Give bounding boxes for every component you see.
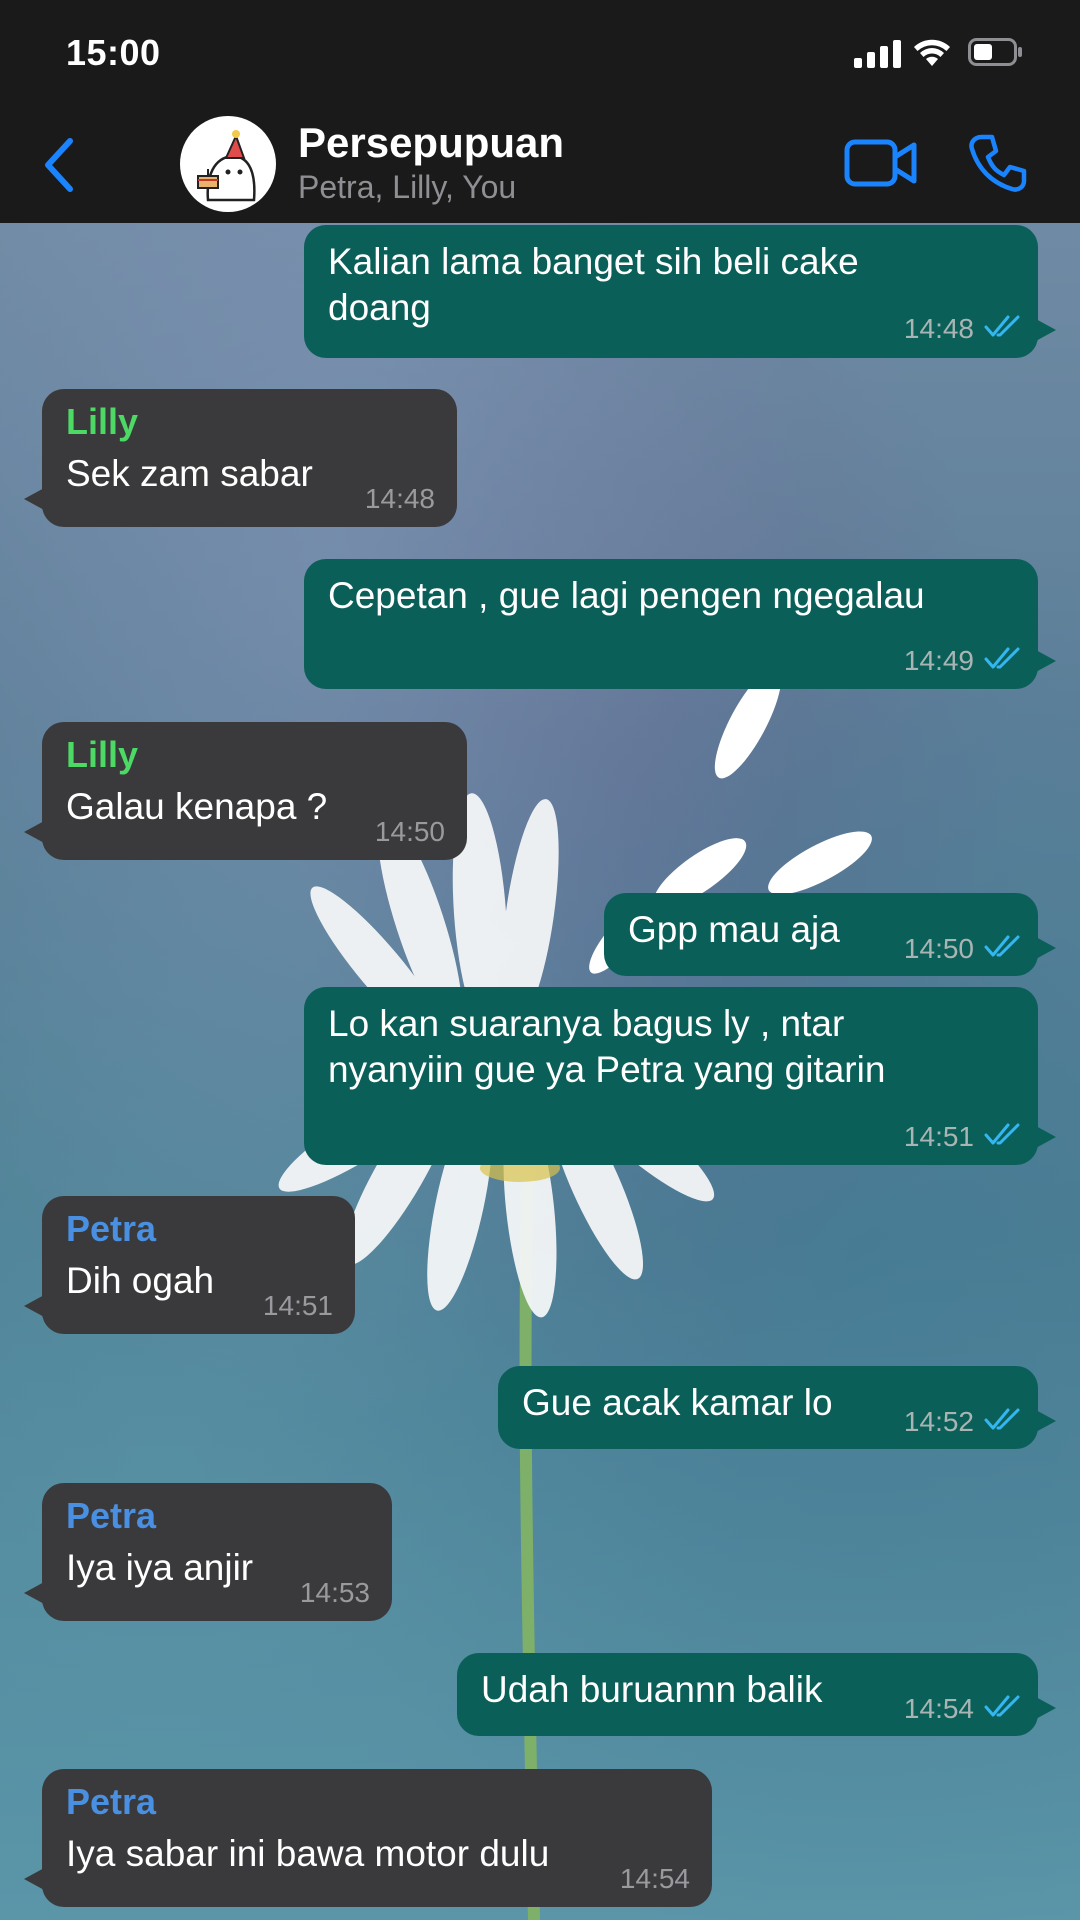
message-time: 14:51: [903, 1121, 974, 1152]
read-receipt-icon: [984, 935, 1020, 957]
message-sender: Petra: [66, 1208, 157, 1249]
read-receipt-icon: [984, 315, 1020, 337]
message-time: 14:50: [903, 933, 974, 964]
message-text: Udah buruannn balik: [481, 1669, 823, 1710]
message-time: 14:48: [903, 313, 974, 344]
message-time: 14:52: [903, 1406, 974, 1437]
message-text: Sek zam sabar: [66, 453, 313, 494]
message-bubble-outgoing[interactable]: Lo kan suaranya bagus ly , ntar nyanyiin…: [304, 987, 1056, 1165]
message-text: Gpp mau aja: [628, 909, 840, 950]
message-time: 14:53: [299, 1577, 370, 1608]
avatar-illustration-icon: [197, 130, 256, 202]
message-text: Gue acak kamar lo: [522, 1382, 833, 1423]
message-bubble-outgoing[interactable]: Kalian lama banget sih beli cake doang 1…: [304, 225, 1056, 358]
message-bubble-outgoing[interactable]: Udah buruannn balik 14:54: [457, 1653, 1056, 1736]
chat-members[interactable]: Petra, Lilly, You: [298, 169, 516, 206]
battery-icon: [968, 38, 1022, 66]
message-time: 14:49: [903, 645, 974, 676]
message-text: Dih ogah: [66, 1260, 215, 1301]
status-bar: 15:00: [0, 0, 1080, 105]
group-avatar[interactable]: [180, 116, 276, 212]
message-bubble-outgoing[interactable]: Gpp mau aja 14:50: [604, 893, 1056, 976]
voice-call-icon[interactable]: [968, 133, 1028, 193]
message-bubble-incoming[interactable]: Petra Iya iya anjir 14:53: [24, 1483, 392, 1621]
wifi-icon: [914, 39, 950, 66]
video-call-icon[interactable]: [844, 137, 918, 189]
chat-title[interactable]: Persepupuan: [298, 119, 564, 167]
message-text: Kalian lama banget sih beli cake doang: [328, 241, 859, 328]
message-bubble-incoming[interactable]: Petra Dih ogah 14:51: [24, 1196, 355, 1334]
message-time: 14:54: [903, 1693, 974, 1724]
message-bubble-incoming[interactable]: Petra Iya sabar ini bawa motor dulu 14:5…: [24, 1769, 712, 1907]
message-time: 14:48: [364, 483, 435, 514]
back-chevron-icon[interactable]: [38, 135, 78, 195]
message-sender: Lilly: [66, 401, 139, 442]
message-text: Galau kenapa ?: [66, 786, 328, 827]
message-bubble-incoming[interactable]: Lilly Sek zam sabar 14:48: [24, 389, 457, 527]
chat-header: Persepupuan Petra, Lilly, You: [0, 105, 1080, 223]
message-bubble-outgoing[interactable]: Cepetan , gue lagi pengen ngegalau 14:49: [304, 559, 1056, 689]
message-sender: Petra: [66, 1781, 157, 1822]
cellular-signal-icon: [854, 40, 902, 68]
read-receipt-icon: [984, 1123, 1020, 1145]
message-time: 14:54: [619, 1863, 690, 1894]
message-bubble-outgoing[interactable]: Gue acak kamar lo 14:52: [498, 1366, 1056, 1449]
read-receipt-icon: [984, 1408, 1020, 1430]
message-time: 14:50: [374, 816, 445, 847]
message-sender: Petra: [66, 1495, 157, 1536]
message-sender: Lilly: [66, 734, 139, 775]
message-bubble-incoming[interactable]: Lilly Galau kenapa ? 14:50: [24, 722, 467, 860]
message-time: 14:51: [262, 1290, 333, 1321]
message-text: Iya sabar ini bawa motor dulu: [66, 1833, 550, 1874]
message-text: Lo kan suaranya bagus ly , ntar nyanyiin…: [328, 1003, 886, 1090]
read-receipt-icon: [984, 1695, 1020, 1717]
message-text: Iya iya anjir: [66, 1547, 254, 1588]
read-receipt-icon: [984, 647, 1020, 669]
chat-messages-area[interactable]: Kalian lama banget sih beli cake doang 1…: [0, 223, 1080, 1920]
status-time: 15:00: [66, 32, 161, 73]
message-text: Cepetan , gue lagi pengen ngegalau: [328, 575, 925, 616]
